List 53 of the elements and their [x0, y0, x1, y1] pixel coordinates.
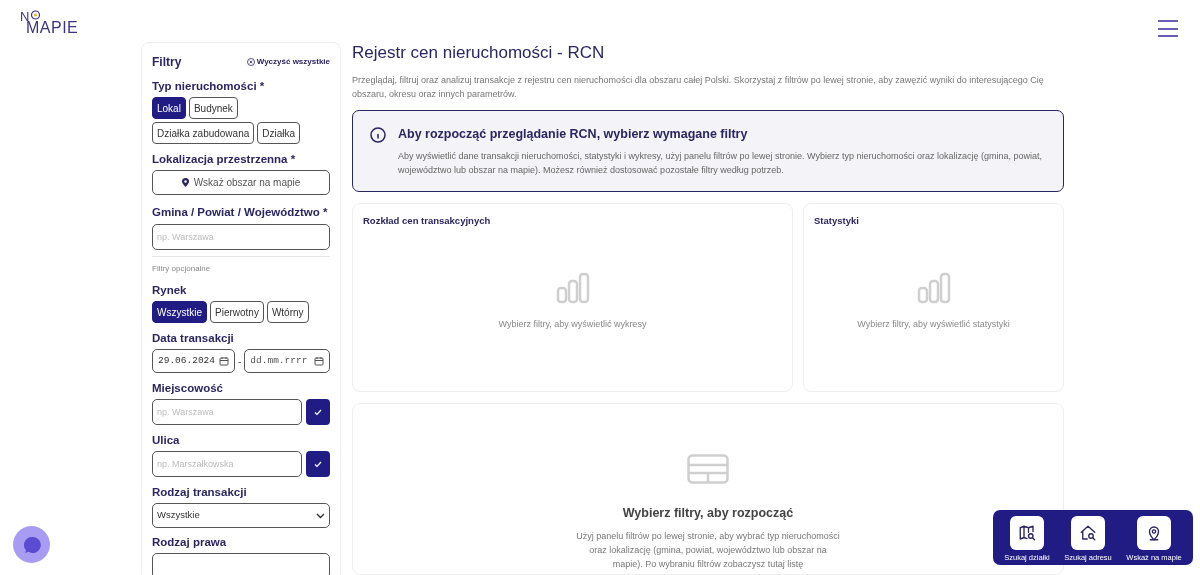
date-from-field[interactable]: 29.06.2024: [152, 349, 235, 373]
map-search-icon: [1018, 524, 1036, 542]
panel-title: Filtry: [152, 54, 182, 71]
table-icon: [687, 454, 729, 485]
filter-chip[interactable]: Działka: [257, 122, 301, 144]
map-pin-icon: [181, 178, 189, 187]
info-icon: [370, 126, 386, 143]
bar-chart-icon: [916, 272, 951, 305]
chat-button[interactable]: [13, 526, 50, 563]
field-label: Typ nieruchomości *: [152, 79, 266, 93]
clear-all-button[interactable]: Wyczyść wszystkie: [246, 56, 330, 68]
transaction-type-select[interactable]: Wszystkie: [152, 503, 330, 528]
field-label: Rodzaj transakcji: [152, 485, 248, 499]
field-label: Gmina / Powiat / Województwo *: [152, 205, 329, 219]
check-icon: [314, 408, 322, 416]
filter-chip[interactable]: Budynek: [188, 97, 238, 119]
filter-chip[interactable]: Wtórny: [266, 301, 309, 323]
right-type-select[interactable]: [152, 553, 330, 575]
menu-icon[interactable]: [1158, 20, 1178, 37]
filter-chip[interactable]: Wszystkie: [152, 301, 207, 323]
show-area-on-map-button[interactable]: Wskaż obszar na mapie: [152, 170, 330, 195]
page-description: Przeglądaj, filtruj oraz analizuj transakcje z rejestru cen nieruchomości dla obszaru całej Polski. Skorzystaj z filtrów po lewej stronie, aby zawęzić wyniki do interesującego Cię obszaru, okresu oraz innych parametrów.: [352, 73, 1045, 101]
alert-title: Aby rozpocząć przeglądanie RCN, wybierz wymagane filtry: [398, 125, 749, 143]
field-label: Lokalizacja przestrzenna *: [152, 152, 297, 166]
empty-state-text: Wybierz filtry, aby wyświetlić wykresy: [498, 318, 647, 332]
field-label: Data transakcji: [152, 331, 235, 345]
filter-chip[interactable]: Pierwotny: [210, 301, 264, 323]
calendar-icon: [314, 356, 324, 366]
field-label: Ulica: [152, 433, 181, 447]
chevron-down-icon: [316, 512, 325, 519]
field-label: Rynek: [152, 283, 188, 297]
date-separator: -: [238, 354, 242, 369]
field-label: Miejscowość: [152, 381, 224, 395]
check-icon: [314, 460, 322, 468]
empty-state-text: Wybierz filtry, aby wyświetlić statystyki: [857, 318, 1010, 332]
close-circle-icon: [246, 58, 255, 66]
confirm-button[interactable]: [306, 399, 330, 425]
date-to-field[interactable]: dd.mm.rrrr: [244, 349, 330, 373]
card-title: Statystyki: [814, 214, 860, 229]
alert-text: Aby wyświetlić dane transakcji nieruchomości, statystyki i wykresy, użyj panelu filtrów po lewej stronie. Wybierz typ nieruchomości oraz lokalizację (gmina, powiat, województwo lub obszar na mapie). Możesz również dostosować pozostałe filtry według potrzeb.: [398, 150, 1043, 178]
field-label: Rodzaj prawa: [152, 535, 228, 549]
filter-chip[interactable]: Lokal: [152, 97, 186, 119]
empty-state-title: Wybierz filtry, aby rozpocząć: [622, 505, 794, 523]
filter-chip[interactable]: Działka zabudowana: [152, 122, 255, 144]
calendar-icon: [219, 356, 229, 366]
confirm-button[interactable]: [306, 451, 330, 477]
section-caption: Filtry opcjonalne: [152, 263, 212, 275]
empty-state-text: Użyj panelu filtrów po lewej stronie, aby wybrać typ nieruchomości oraz lokalizację (gmina, powiat, województwo lub obszar na mapie). Po wybraniu filtrów zobaczysz tutaj listę: [575, 530, 841, 571]
bar-chart-icon: [555, 272, 590, 305]
chat-bubble-icon: [22, 535, 41, 554]
house-search-icon: [1079, 524, 1097, 542]
card-title: Rozkład cen transakcyjnych: [363, 214, 492, 229]
page-title: Rejestr cen nieruchomości - RCN: [352, 42, 606, 64]
